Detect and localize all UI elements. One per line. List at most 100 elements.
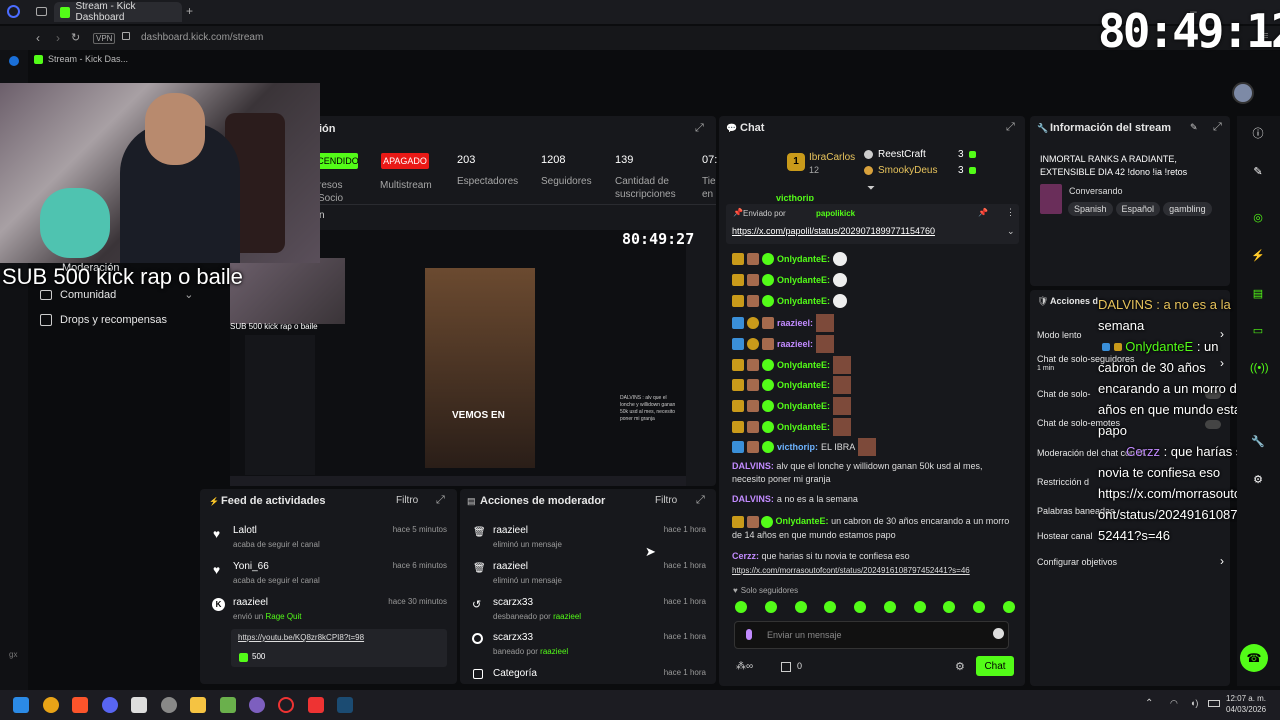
tab-manager-icon[interactable]: [36, 7, 47, 16]
page-tab-breadcrumb[interactable]: Stream - Kick Das...: [34, 54, 128, 64]
chat-expand-icon[interactable]: ⤢: [1006, 121, 1015, 134]
back-icon[interactable]: ‹: [36, 31, 40, 45]
chat-bubble-icon[interactable]: ▭: [1250, 323, 1266, 339]
clip-icon[interactable]: ◎: [1250, 210, 1266, 226]
chat-message[interactable]: Cerzz: que harias si tu novia te confies…: [732, 549, 970, 578]
mod-user[interactable]: raazieel: [493, 525, 528, 536]
reward-link[interactable]: https://youtu.be/KQ8zr8kCPI8?t=98: [238, 633, 364, 642]
info-circle-icon[interactable]: ⓘ: [1250, 126, 1266, 142]
mic-icon[interactable]: [746, 629, 752, 640]
feed-user[interactable]: Lalotl: [233, 525, 257, 536]
feed-expand-icon[interactable]: ⤢: [436, 494, 445, 507]
mod-sub-moderator[interactable]: raazieel: [553, 612, 581, 621]
app-icon[interactable]: [43, 697, 59, 713]
chat-message[interactable]: OnlydanteE:: [732, 294, 848, 308]
browser-logo-icon[interactable]: [7, 5, 20, 18]
edit-icon[interactable]: ✎: [1190, 122, 1198, 133]
emote-icon[interactable]: [764, 601, 777, 613]
emote-icon[interactable]: [943, 601, 956, 613]
setting-host-channel[interactable]: Hostear canal: [1037, 531, 1093, 541]
unpin-icon[interactable]: 📌: [978, 208, 988, 217]
emote-icon[interactable]: [854, 601, 867, 613]
document-icon[interactable]: ▤: [1250, 286, 1266, 302]
category-name[interactable]: Conversando: [1069, 186, 1123, 196]
setting-restriction[interactable]: Restricción d: [1037, 477, 1089, 487]
chevron-right-icon[interactable]: ›: [1220, 554, 1224, 568]
chat-message[interactable]: raazieel:: [732, 335, 835, 353]
chat-message[interactable]: DALVINS: a no es a la semana: [732, 494, 858, 504]
sidebar-grid-icon[interactable]: gx: [9, 650, 17, 659]
broadcast-icon[interactable]: ((•)): [1250, 360, 1269, 376]
mod-expand-icon[interactable]: ⤢: [696, 494, 705, 507]
windows-start-icon[interactable]: [13, 697, 29, 713]
vpn-badge[interactable]: VPN: [93, 33, 116, 44]
multistream-off-button[interactable]: APAGADO: [381, 153, 429, 169]
setting-goals[interactable]: Configurar objetivos: [1037, 557, 1117, 567]
url-field[interactable]: dashboard.kick.com/stream: [141, 32, 263, 43]
mod-user[interactable]: scarzx33: [493, 597, 533, 608]
chatgpt-icon[interactable]: [161, 697, 177, 713]
chat-message[interactable]: OnlydanteE:: [732, 376, 852, 394]
battery-icon[interactable]: [1208, 700, 1220, 707]
pinned-more-icon[interactable]: ⋮: [1006, 207, 1015, 218]
chat-link[interactable]: https://x.com/morrasoutofcont/status/202…: [732, 566, 970, 575]
support-icon[interactable]: ☎: [1240, 644, 1268, 672]
lightning-icon[interactable]: ⚡: [1250, 248, 1266, 264]
pinned-by-user[interactable]: papolikick: [816, 209, 855, 218]
chat-settings-icon[interactable]: ⚙: [955, 660, 965, 673]
setting-subs-only[interactable]: Chat de solo-: [1037, 389, 1091, 399]
emote-icon[interactable]: [1002, 601, 1015, 613]
chat-input-box[interactable]: Enviar un mensaje: [734, 621, 1009, 649]
reload-icon[interactable]: ↻: [71, 31, 80, 44]
chat-message[interactable]: OnlydanteE:: [732, 397, 852, 415]
chat-message[interactable]: OnlydanteE:: [732, 356, 852, 374]
chat-message[interactable]: OnlydanteE:: [732, 418, 852, 436]
pinned-link[interactable]: https://x.com/papolil/status/20290718997…: [732, 226, 935, 236]
app-purple-icon[interactable]: [249, 697, 265, 713]
steam-icon[interactable]: [337, 697, 353, 713]
new-tab-icon[interactable]: +: [186, 4, 193, 18]
nav-drops[interactable]: Drops y recompensas: [40, 314, 167, 326]
chat-message[interactable]: raazieel:: [732, 314, 835, 332]
avatar[interactable]: [1232, 82, 1254, 104]
volume-icon[interactable]: ◖): [1190, 698, 1198, 708]
feed-user[interactable]: Yoni_66: [233, 561, 269, 572]
emoji-icon[interactable]: [993, 628, 1004, 639]
tag[interactable]: gambling: [1163, 202, 1212, 216]
info-expand-icon[interactable]: ⤢: [1213, 121, 1222, 134]
tab-kick-dashboard[interactable]: Stream - Kick Dashboard: [54, 1, 182, 23]
recorder-icon[interactable]: [308, 697, 324, 713]
tag[interactable]: Español: [1115, 202, 1161, 216]
mod-filter-button[interactable]: Filtro: [655, 495, 677, 506]
forward-icon[interactable]: ›: [56, 31, 60, 45]
leaderboard-entry-2[interactable]: ReestCraft 3: [864, 149, 976, 160]
taskbar-clock[interactable]: 12:07 a. m. 04/03/2026: [1226, 693, 1266, 715]
pinned-message[interactable]: 📌 Enviado por papolikick 📌 ⋮ https://x.c…: [726, 204, 1019, 244]
emote-icon[interactable]: [973, 601, 986, 613]
opera-gx-icon[interactable]: [278, 697, 294, 713]
mod-user[interactable]: raazieel: [493, 561, 528, 572]
emote-icon[interactable]: [735, 601, 747, 613]
mod-sub-moderator[interactable]: raazieel: [540, 647, 568, 656]
pinned-chevron-icon[interactable]: ⌄: [1007, 226, 1015, 237]
tray-chevron-icon[interactable]: ⌃: [1145, 698, 1153, 709]
pencil-icon[interactable]: ✎: [1250, 164, 1266, 180]
feed-filter-button[interactable]: Filtro: [396, 495, 418, 506]
settings-icon[interactable]: ⚙: [1250, 472, 1266, 488]
stream-preview[interactable]: SUB 500 kick rap o baile VEMOS EN DALVIN…: [230, 230, 686, 486]
chat-message[interactable]: OnlydanteE:: [732, 252, 848, 266]
stream-on-button[interactable]: CENDIDO: [317, 153, 359, 169]
gamepad-icon[interactable]: [220, 697, 236, 713]
wifi-icon[interactable]: ◠: [1170, 698, 1178, 709]
tag[interactable]: Spanish: [1068, 202, 1113, 216]
discord-icon[interactable]: [102, 697, 118, 713]
chat-message[interactable]: OnlydanteE:: [732, 273, 848, 287]
mod-user[interactable]: scarzx33: [493, 632, 533, 643]
feed-user[interactable]: raazieel: [233, 597, 268, 608]
messenger-icon[interactable]: [9, 56, 19, 66]
emote-icon[interactable]: [883, 601, 896, 613]
chat-message[interactable]: victhorip: EL IBRA: [732, 438, 877, 456]
leaderboard-collapse-icon[interactable]: ⏷: [867, 183, 875, 194]
emote-icon[interactable]: [913, 601, 926, 613]
mod-user[interactable]: Categoría: [493, 668, 537, 679]
